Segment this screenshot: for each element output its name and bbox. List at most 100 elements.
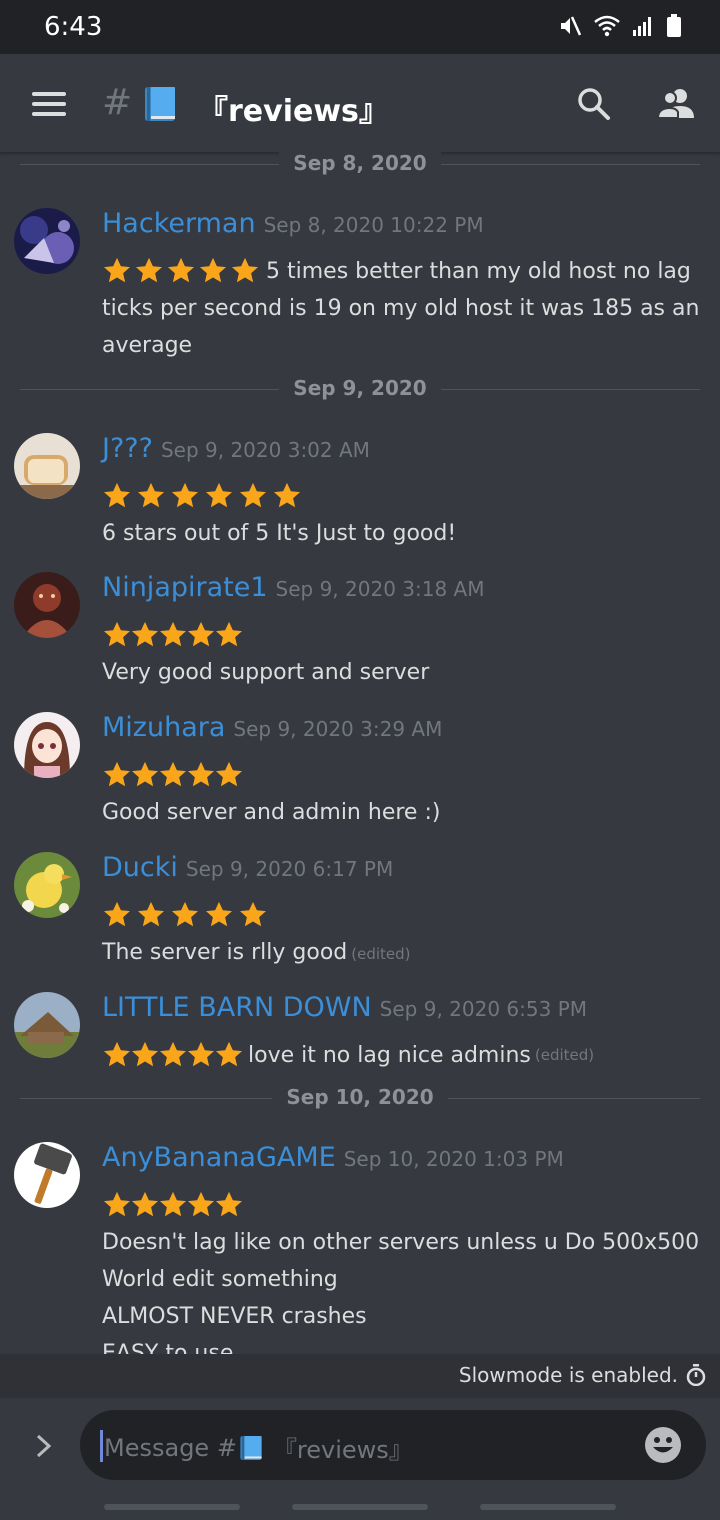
emoji-icon[interactable] xyxy=(644,1426,682,1464)
message-inline-text: love it no lag nice admins xyxy=(248,1042,531,1068)
date-divider-text: Sep 8, 2020 xyxy=(279,152,441,175)
star-icon xyxy=(138,901,164,927)
star-icon xyxy=(132,761,158,787)
star-icon xyxy=(160,761,186,787)
timestamp: Sep 10, 2020 1:03 PM xyxy=(343,1147,564,1171)
star-icon xyxy=(206,901,232,927)
message-input[interactable]: Message # 『reviews』 xyxy=(80,1410,706,1480)
timer-icon xyxy=(686,1364,706,1386)
star-icon xyxy=(188,1191,214,1217)
star-icon xyxy=(172,901,198,927)
search-icon[interactable] xyxy=(576,86,612,122)
star-icon xyxy=(200,257,226,283)
star-icon xyxy=(206,482,232,508)
star-icon xyxy=(240,901,266,927)
star-rating xyxy=(102,760,242,790)
star-icon xyxy=(104,1191,130,1217)
star-rating xyxy=(102,481,306,511)
signal-icon xyxy=(633,17,651,36)
slowmode-bar: Slowmode is enabled. xyxy=(0,1354,720,1398)
star-icon xyxy=(216,1041,242,1067)
date-divider: Sep 9, 2020 xyxy=(20,376,700,406)
status-bar: 6:43 xyxy=(0,0,720,54)
star-icon xyxy=(188,1041,214,1067)
message-list[interactable]: Sep 8, 2020 Hackerman Sep 8, 2020 10:22 P… xyxy=(0,152,720,1354)
star-icon xyxy=(188,621,214,647)
star-icon xyxy=(138,482,164,508)
star-icon xyxy=(160,1041,186,1067)
avatar[interactable] xyxy=(14,1142,80,1208)
avatar[interactable] xyxy=(14,712,80,778)
username[interactable]: J??? xyxy=(102,433,153,464)
nav-pill xyxy=(292,1504,428,1510)
nav-pill xyxy=(480,1504,616,1510)
username[interactable]: AnyBananaGAME xyxy=(102,1142,336,1173)
star-icon xyxy=(216,761,242,787)
star-icon xyxy=(136,257,162,283)
star-icon xyxy=(132,1191,158,1217)
star-icon xyxy=(232,257,258,283)
star-rating xyxy=(102,620,242,650)
star-icon xyxy=(274,482,300,508)
slowmode-text: Slowmode is enabled. xyxy=(458,1363,678,1387)
star-rating: love it no lag nice admins (edited) xyxy=(102,1040,594,1070)
star-icon xyxy=(188,761,214,787)
star-icon xyxy=(104,901,130,927)
star-rating xyxy=(102,1190,242,1220)
star-icon xyxy=(216,621,242,647)
timestamp: Sep 9, 2020 3:18 AM xyxy=(275,577,485,601)
username[interactable]: LITTLE BARN DOWN xyxy=(102,992,372,1023)
star-icon xyxy=(104,482,130,508)
date-divider-text: Sep 9, 2020 xyxy=(279,376,441,400)
username[interactable]: Ducki xyxy=(102,852,178,883)
channel-header: # 『reviews』 xyxy=(0,54,720,152)
chevron-right-icon[interactable] xyxy=(34,1434,54,1458)
star-icon xyxy=(132,1041,158,1067)
edited-label: (edited) xyxy=(351,945,411,963)
star-icon xyxy=(160,1191,186,1217)
star-icon xyxy=(132,621,158,647)
star-icon xyxy=(104,1041,130,1067)
message-line: ALMOST NEVER crashes xyxy=(102,1304,367,1329)
star-icon xyxy=(104,621,130,647)
composer: Message # 『reviews』 xyxy=(0,1398,720,1520)
star-icon xyxy=(240,482,266,508)
avatar[interactable] xyxy=(14,433,80,499)
avatar[interactable] xyxy=(14,852,80,918)
star-icon xyxy=(104,761,130,787)
message-placeholder: Message # 『reviews』 xyxy=(104,1430,413,1465)
username[interactable]: Mizuhara xyxy=(102,712,225,743)
wifi-icon xyxy=(594,15,620,37)
avatar[interactable] xyxy=(14,992,80,1058)
status-icons xyxy=(558,14,682,38)
edited-label: (edited) xyxy=(534,1046,595,1064)
star-icon xyxy=(160,621,186,647)
avatar[interactable] xyxy=(14,208,80,274)
mute-icon xyxy=(561,16,582,36)
message-line: World edit something xyxy=(102,1267,338,1292)
star-rating xyxy=(102,900,272,930)
hamburger-icon[interactable] xyxy=(32,92,66,116)
book-emoji-icon xyxy=(145,87,175,121)
nav-pill xyxy=(104,1504,240,1510)
message-line: Doesn't lag like on other servers unless… xyxy=(102,1230,700,1255)
timestamp: Sep 9, 2020 3:29 AM xyxy=(233,717,443,741)
status-time: 6:43 xyxy=(44,12,103,42)
members-icon[interactable] xyxy=(656,86,696,122)
date-divider-text: Sep 10, 2020 xyxy=(272,1085,448,1109)
message-line: EASY to use xyxy=(102,1341,234,1354)
message-body: Doesn't lag like on other servers unless… xyxy=(102,1224,702,1354)
star-icon xyxy=(172,482,198,508)
star-icon xyxy=(216,1191,242,1217)
star-rating: 5 times better than my old host no lag xyxy=(102,256,691,286)
message-body: The server is rlly good (edited) xyxy=(102,934,702,973)
battery-icon xyxy=(667,14,681,37)
placeholder-prefix: Message # xyxy=(104,1433,237,1462)
text-caret xyxy=(100,1430,103,1462)
username[interactable]: Hackerman xyxy=(102,208,256,239)
channel-hash: # xyxy=(102,82,133,123)
username[interactable]: Ninjapirate1 xyxy=(102,572,268,603)
avatar[interactable] xyxy=(14,572,80,638)
message-body: Very good support and server xyxy=(102,660,430,685)
channel-name: 『reviews』 xyxy=(198,94,389,129)
